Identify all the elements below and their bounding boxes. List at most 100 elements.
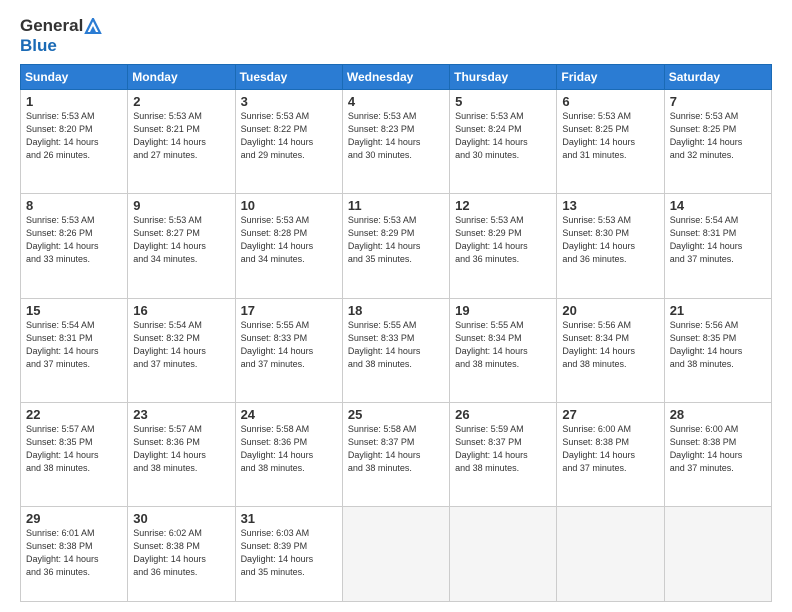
calendar-cell: 29Sunrise: 6:01 AM Sunset: 8:38 PM Dayli… bbox=[21, 507, 128, 602]
calendar-cell: 3Sunrise: 5:53 AM Sunset: 8:22 PM Daylig… bbox=[235, 90, 342, 194]
day-info: Sunrise: 6:00 AM Sunset: 8:38 PM Dayligh… bbox=[670, 423, 766, 475]
calendar-cell: 8Sunrise: 5:53 AM Sunset: 8:26 PM Daylig… bbox=[21, 194, 128, 298]
day-number: 25 bbox=[348, 407, 444, 422]
calendar-cell: 18Sunrise: 5:55 AM Sunset: 8:33 PM Dayli… bbox=[342, 298, 449, 402]
day-number: 13 bbox=[562, 198, 658, 213]
day-info: Sunrise: 5:54 AM Sunset: 8:31 PM Dayligh… bbox=[26, 319, 122, 371]
logo-general: General bbox=[20, 16, 83, 36]
calendar-cell: 6Sunrise: 5:53 AM Sunset: 8:25 PM Daylig… bbox=[557, 90, 664, 194]
calendar-cell: 26Sunrise: 5:59 AM Sunset: 8:37 PM Dayli… bbox=[450, 402, 557, 506]
day-info: Sunrise: 5:57 AM Sunset: 8:36 PM Dayligh… bbox=[133, 423, 229, 475]
day-info: Sunrise: 5:53 AM Sunset: 8:27 PM Dayligh… bbox=[133, 214, 229, 266]
day-number: 23 bbox=[133, 407, 229, 422]
day-info: Sunrise: 5:54 AM Sunset: 8:32 PM Dayligh… bbox=[133, 319, 229, 371]
day-number: 21 bbox=[670, 303, 766, 318]
day-number: 19 bbox=[455, 303, 551, 318]
day-number: 14 bbox=[670, 198, 766, 213]
day-number: 11 bbox=[348, 198, 444, 213]
day-info: Sunrise: 5:55 AM Sunset: 8:33 PM Dayligh… bbox=[241, 319, 337, 371]
calendar-table: SundayMondayTuesdayWednesdayThursdayFrid… bbox=[20, 64, 772, 602]
calendar-cell: 13Sunrise: 5:53 AM Sunset: 8:30 PM Dayli… bbox=[557, 194, 664, 298]
calendar-cell: 5Sunrise: 5:53 AM Sunset: 8:24 PM Daylig… bbox=[450, 90, 557, 194]
calendar-cell: 22Sunrise: 5:57 AM Sunset: 8:35 PM Dayli… bbox=[21, 402, 128, 506]
day-info: Sunrise: 6:03 AM Sunset: 8:39 PM Dayligh… bbox=[241, 527, 337, 579]
calendar-cell: 7Sunrise: 5:53 AM Sunset: 8:25 PM Daylig… bbox=[664, 90, 771, 194]
day-number: 24 bbox=[241, 407, 337, 422]
calendar-cell: 16Sunrise: 5:54 AM Sunset: 8:32 PM Dayli… bbox=[128, 298, 235, 402]
day-number: 1 bbox=[26, 94, 122, 109]
day-number: 15 bbox=[26, 303, 122, 318]
calendar-cell: 23Sunrise: 5:57 AM Sunset: 8:36 PM Dayli… bbox=[128, 402, 235, 506]
calendar-cell: 4Sunrise: 5:53 AM Sunset: 8:23 PM Daylig… bbox=[342, 90, 449, 194]
calendar-week-4: 22Sunrise: 5:57 AM Sunset: 8:35 PM Dayli… bbox=[21, 402, 772, 506]
calendar-cell: 25Sunrise: 5:58 AM Sunset: 8:37 PM Dayli… bbox=[342, 402, 449, 506]
day-info: Sunrise: 6:02 AM Sunset: 8:38 PM Dayligh… bbox=[133, 527, 229, 579]
calendar-cell bbox=[664, 507, 771, 602]
day-number: 16 bbox=[133, 303, 229, 318]
page: General Blue SundayMondayTuesdayWednesda… bbox=[0, 0, 792, 612]
calendar-cell: 20Sunrise: 5:56 AM Sunset: 8:34 PM Dayli… bbox=[557, 298, 664, 402]
day-number: 31 bbox=[241, 511, 337, 526]
calendar-header-row: SundayMondayTuesdayWednesdayThursdayFrid… bbox=[21, 65, 772, 90]
calendar-week-2: 8Sunrise: 5:53 AM Sunset: 8:26 PM Daylig… bbox=[21, 194, 772, 298]
day-info: Sunrise: 5:56 AM Sunset: 8:34 PM Dayligh… bbox=[562, 319, 658, 371]
calendar-cell bbox=[450, 507, 557, 602]
day-info: Sunrise: 5:53 AM Sunset: 8:26 PM Dayligh… bbox=[26, 214, 122, 266]
day-info: Sunrise: 5:53 AM Sunset: 8:23 PM Dayligh… bbox=[348, 110, 444, 162]
day-number: 17 bbox=[241, 303, 337, 318]
logo-blue: Blue bbox=[20, 36, 57, 55]
day-number: 5 bbox=[455, 94, 551, 109]
calendar-cell: 28Sunrise: 6:00 AM Sunset: 8:38 PM Dayli… bbox=[664, 402, 771, 506]
calendar-cell: 17Sunrise: 5:55 AM Sunset: 8:33 PM Dayli… bbox=[235, 298, 342, 402]
day-number: 22 bbox=[26, 407, 122, 422]
day-number: 26 bbox=[455, 407, 551, 422]
day-number: 27 bbox=[562, 407, 658, 422]
day-number: 3 bbox=[241, 94, 337, 109]
calendar-cell: 24Sunrise: 5:58 AM Sunset: 8:36 PM Dayli… bbox=[235, 402, 342, 506]
calendar-header-monday: Monday bbox=[128, 65, 235, 90]
calendar-cell: 21Sunrise: 5:56 AM Sunset: 8:35 PM Dayli… bbox=[664, 298, 771, 402]
day-info: Sunrise: 5:55 AM Sunset: 8:33 PM Dayligh… bbox=[348, 319, 444, 371]
day-number: 29 bbox=[26, 511, 122, 526]
calendar-header-sunday: Sunday bbox=[21, 65, 128, 90]
calendar-week-3: 15Sunrise: 5:54 AM Sunset: 8:31 PM Dayli… bbox=[21, 298, 772, 402]
calendar-cell: 19Sunrise: 5:55 AM Sunset: 8:34 PM Dayli… bbox=[450, 298, 557, 402]
calendar-cell: 10Sunrise: 5:53 AM Sunset: 8:28 PM Dayli… bbox=[235, 194, 342, 298]
day-number: 8 bbox=[26, 198, 122, 213]
logo: General Blue bbox=[20, 16, 103, 56]
calendar-cell: 27Sunrise: 6:00 AM Sunset: 8:38 PM Dayli… bbox=[557, 402, 664, 506]
day-info: Sunrise: 5:54 AM Sunset: 8:31 PM Dayligh… bbox=[670, 214, 766, 266]
calendar-cell: 9Sunrise: 5:53 AM Sunset: 8:27 PM Daylig… bbox=[128, 194, 235, 298]
day-number: 30 bbox=[133, 511, 229, 526]
day-number: 4 bbox=[348, 94, 444, 109]
day-info: Sunrise: 5:53 AM Sunset: 8:20 PM Dayligh… bbox=[26, 110, 122, 162]
calendar-cell: 14Sunrise: 5:54 AM Sunset: 8:31 PM Dayli… bbox=[664, 194, 771, 298]
day-info: Sunrise: 6:01 AM Sunset: 8:38 PM Dayligh… bbox=[26, 527, 122, 579]
day-info: Sunrise: 5:53 AM Sunset: 8:22 PM Dayligh… bbox=[241, 110, 337, 162]
day-info: Sunrise: 5:59 AM Sunset: 8:37 PM Dayligh… bbox=[455, 423, 551, 475]
calendar-week-5: 29Sunrise: 6:01 AM Sunset: 8:38 PM Dayli… bbox=[21, 507, 772, 602]
calendar-week-1: 1Sunrise: 5:53 AM Sunset: 8:20 PM Daylig… bbox=[21, 90, 772, 194]
day-number: 12 bbox=[455, 198, 551, 213]
calendar-header-saturday: Saturday bbox=[664, 65, 771, 90]
day-info: Sunrise: 5:58 AM Sunset: 8:37 PM Dayligh… bbox=[348, 423, 444, 475]
day-info: Sunrise: 5:53 AM Sunset: 8:25 PM Dayligh… bbox=[670, 110, 766, 162]
day-info: Sunrise: 5:53 AM Sunset: 8:25 PM Dayligh… bbox=[562, 110, 658, 162]
calendar-cell bbox=[557, 507, 664, 602]
calendar-header-friday: Friday bbox=[557, 65, 664, 90]
day-number: 2 bbox=[133, 94, 229, 109]
calendar-cell bbox=[342, 507, 449, 602]
day-info: Sunrise: 5:53 AM Sunset: 8:29 PM Dayligh… bbox=[455, 214, 551, 266]
day-info: Sunrise: 5:53 AM Sunset: 8:21 PM Dayligh… bbox=[133, 110, 229, 162]
day-info: Sunrise: 5:53 AM Sunset: 8:29 PM Dayligh… bbox=[348, 214, 444, 266]
day-number: 6 bbox=[562, 94, 658, 109]
day-info: Sunrise: 5:56 AM Sunset: 8:35 PM Dayligh… bbox=[670, 319, 766, 371]
day-info: Sunrise: 5:55 AM Sunset: 8:34 PM Dayligh… bbox=[455, 319, 551, 371]
day-info: Sunrise: 6:00 AM Sunset: 8:38 PM Dayligh… bbox=[562, 423, 658, 475]
calendar-header-wednesday: Wednesday bbox=[342, 65, 449, 90]
calendar-cell: 1Sunrise: 5:53 AM Sunset: 8:20 PM Daylig… bbox=[21, 90, 128, 194]
logo-icon bbox=[84, 18, 102, 34]
day-number: 20 bbox=[562, 303, 658, 318]
calendar-cell: 15Sunrise: 5:54 AM Sunset: 8:31 PM Dayli… bbox=[21, 298, 128, 402]
calendar-header-thursday: Thursday bbox=[450, 65, 557, 90]
